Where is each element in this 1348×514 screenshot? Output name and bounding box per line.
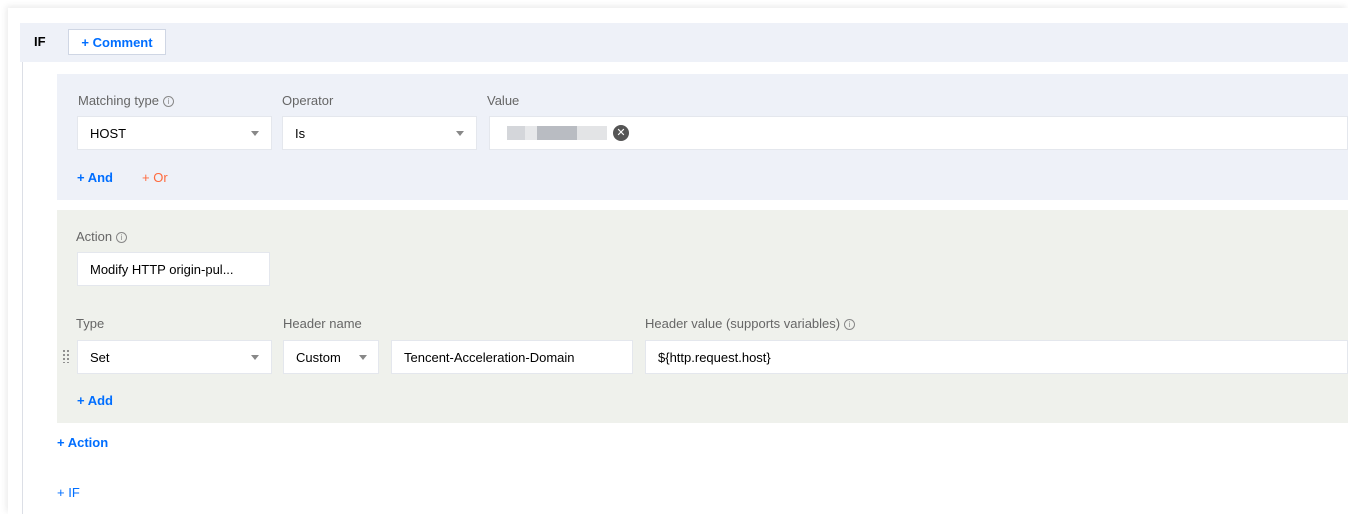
header-name-mode-select[interactable]: Custom — [283, 340, 379, 374]
action-label: Action i — [76, 229, 128, 244]
operator-value: Is — [295, 125, 306, 141]
header-name-input[interactable]: Tencent-Acceleration-Domain — [391, 340, 633, 374]
if-label: IF — [34, 34, 46, 49]
add-if-link[interactable]: + IF — [57, 485, 80, 500]
header-value-label: Header value (supports variables) i — [645, 316, 856, 331]
info-icon[interactable]: i — [162, 96, 174, 107]
drag-handle-icon[interactable] — [62, 349, 70, 363]
add-action-link[interactable]: + Action — [57, 435, 108, 450]
add-comment-button[interactable]: + Comment — [68, 29, 166, 55]
add-or-condition-link[interactable]: + Or — [142, 170, 168, 185]
matching-type-select[interactable]: HOST — [77, 116, 272, 150]
chevron-down-icon — [359, 355, 367, 360]
type-label: Type — [76, 316, 105, 331]
add-header-link[interactable]: + Add — [77, 393, 113, 408]
header-name-value: Tencent-Acceleration-Domain — [404, 349, 575, 365]
action-select[interactable]: Modify HTTP origin-pul... — [77, 252, 270, 286]
info-icon[interactable]: i — [116, 232, 128, 243]
type-value: Set — [90, 349, 110, 365]
matching-type-value: HOST — [90, 125, 127, 141]
action-value: Modify HTTP origin-pul... — [90, 261, 234, 277]
header-name-mode-value: Custom — [296, 349, 341, 365]
add-and-condition-link[interactable]: + And — [77, 170, 113, 185]
chevron-down-icon — [251, 131, 259, 136]
type-select[interactable]: Set — [77, 340, 272, 374]
operator-select[interactable]: Is — [282, 116, 477, 150]
header-name-label: Header name — [283, 316, 362, 331]
close-circle-icon[interactable]: ✕ — [613, 125, 629, 141]
matching-type-label: Matching type i — [78, 93, 174, 108]
header-value-input[interactable]: ${http.request.host} — [645, 340, 1348, 374]
rule-tree-line — [22, 62, 23, 514]
operator-label: Operator — [282, 93, 334, 108]
chevron-down-icon — [251, 355, 259, 360]
value-tag — [507, 126, 607, 140]
chevron-down-icon — [456, 131, 464, 136]
header-value-text: ${http.request.host} — [658, 349, 771, 365]
if-header-bar — [20, 23, 1348, 62]
info-icon[interactable]: i — [844, 319, 856, 330]
value-label: Value — [487, 93, 520, 108]
